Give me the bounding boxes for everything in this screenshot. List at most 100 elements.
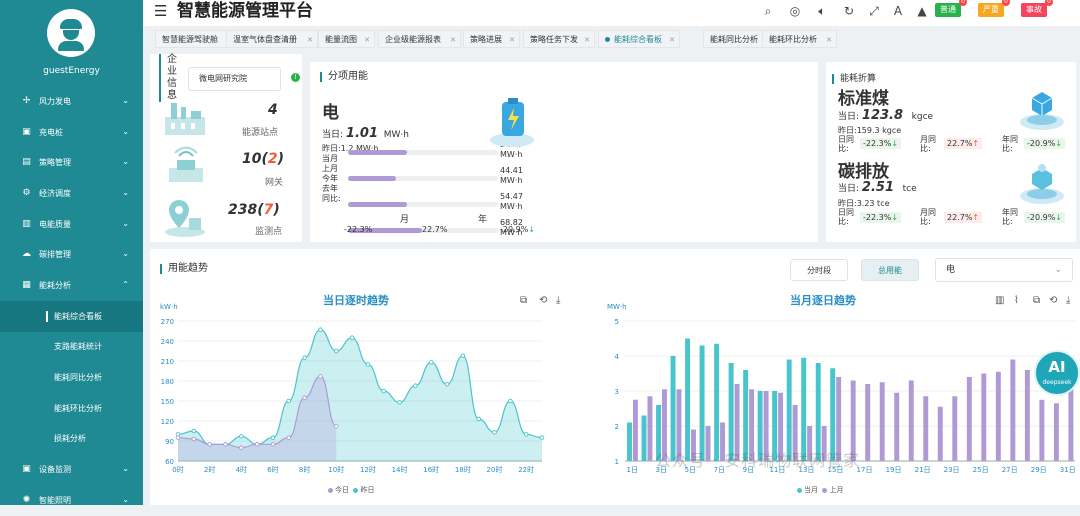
trend-title: 用能趋势: [160, 264, 208, 274]
bar: [1068, 382, 1074, 461]
y-tick-label: 5: [615, 318, 619, 326]
energy-bar-fill: [348, 202, 408, 207]
sidebar-item-lighting[interactable]: ✺ 智能照明 ⌄: [0, 485, 143, 516]
bar: [670, 356, 676, 461]
x-tick-label: 18时: [455, 465, 471, 474]
close-icon: ✕: [364, 36, 370, 44]
close-icon: ✕: [584, 36, 590, 44]
bar: [641, 415, 647, 461]
period-button[interactable]: 分时段: [790, 259, 848, 281]
data-point: [239, 434, 244, 439]
chevron-down-icon: ⌄: [122, 218, 129, 228]
sidebar-item-strategy[interactable]: ▤ 策略管理 ⌄: [0, 147, 143, 178]
data-point: [302, 395, 307, 400]
bar: [923, 396, 929, 461]
y-tick-label: 60: [165, 458, 174, 466]
row-labels: 昨日:1.2 MW·h 当月 上月 今年 去年 同比:: [322, 144, 379, 203]
conversion-card: 能耗折算 标准煤 当日: 123.8 kgce 昨日:159.3 kgce 日同…: [826, 62, 1076, 242]
data-point: [476, 416, 481, 422]
x-tick-label: 14时: [392, 465, 408, 474]
sidebar-item-quality[interactable]: ▥ 电能质量 ⌄: [0, 209, 143, 240]
chevron-down-icon: ⌄: [122, 157, 129, 167]
bar: [865, 384, 871, 461]
y-tick-label: 240: [161, 338, 174, 346]
tab-energy-flow[interactable]: 能量流图 ✕: [318, 30, 375, 48]
skin-icon[interactable]: ▲: [915, 4, 929, 18]
x-tick-label: 8时: [299, 465, 310, 474]
tab-ghg[interactable]: 温室气体盘查清册 ✕: [226, 30, 318, 48]
bar: [981, 373, 987, 461]
data-point: [539, 435, 545, 440]
daily-legend: 当月 上月: [797, 485, 843, 495]
monitor-point-label: 监测点: [255, 227, 283, 237]
ai-assistant-button[interactable]: AI deepseek: [1034, 350, 1080, 396]
sidebar-item-analysis[interactable]: ▦ 能耗分析 ⌃: [0, 270, 143, 301]
sidebar-item-charger[interactable]: ▣ 充电桩 ⌄: [0, 117, 143, 148]
x-tick-label: 6时: [267, 465, 278, 474]
info-icon[interactable]: !: [291, 73, 300, 82]
tab-report[interactable]: 企业级能源报表 ✕: [378, 30, 461, 48]
coal-name: 标准煤: [838, 89, 889, 109]
help-icon[interactable]: ◎: [788, 4, 802, 18]
x-tick-label: 2时: [204, 465, 215, 474]
font-size-icon[interactable]: A: [891, 4, 905, 18]
data-point: [349, 335, 355, 340]
sidebar-sub-loss[interactable]: 损耗分析: [0, 424, 143, 455]
data-point: [318, 327, 323, 332]
y-tick-label: 150: [161, 398, 174, 406]
x-tick-label: 16时: [423, 465, 439, 474]
sidebar-sub-branch[interactable]: 支路能耗统计: [0, 332, 143, 363]
total-energy-button[interactable]: 总用能: [861, 259, 919, 281]
sidebar-item-carbon[interactable]: ☁ 碳排管理 ⌄: [0, 239, 143, 270]
chevron-down-icon: ⌄: [122, 96, 129, 105]
fullscreen-icon[interactable]: ⤢: [867, 4, 881, 19]
energy-type-select[interactable]: 电 ⌄: [935, 258, 1073, 282]
sidebar-item-dispatch[interactable]: ⚙ 经济调度 ⌄: [0, 178, 143, 209]
refresh-icon[interactable]: ↻: [842, 4, 856, 18]
alarm-serious-badge[interactable]: 严重 0: [978, 0, 1010, 17]
x-tick-label: 29日: [1031, 466, 1047, 474]
energy-bar-fill: [348, 150, 408, 155]
gateway-label: 网关: [265, 178, 284, 188]
enterprise-title: 企业信息: [159, 54, 177, 102]
sidebar-item-monitor[interactable]: ▣ 设备监测 ⌄: [0, 454, 143, 485]
today-row: 当日: 1.01 MW·h: [322, 126, 409, 141]
sound-icon[interactable]: 🔈︎: [815, 4, 829, 19]
bar: [879, 382, 885, 461]
sidebar-sub-mom[interactable]: 能耗环比分析: [0, 393, 143, 424]
tab-progress[interactable]: 策略进展 ✕: [463, 30, 520, 48]
x-tick-label: 19日: [886, 466, 902, 474]
y-tick-label: 120: [161, 418, 174, 426]
x-tick-label: 10时: [328, 465, 344, 474]
monitor-icon: ▣: [22, 464, 31, 475]
x-tick-label: 4时: [236, 465, 247, 474]
alarm-accident-badge[interactable]: 事故 0: [1021, 0, 1053, 17]
search-icon[interactable]: ⌕: [761, 4, 775, 19]
tab-mom[interactable]: 能耗环比分析 ✕: [762, 30, 837, 48]
menu-toggle-icon[interactable]: ☰: [154, 2, 167, 20]
location-icon: [165, 200, 205, 237]
coal-daily: -22.3%↓: [860, 138, 902, 149]
battery-icon: [490, 98, 534, 147]
sidebar-item-wind[interactable]: ✢ 风力发电 ⌄: [0, 86, 143, 117]
tab-dashboard[interactable]: 能耗综合看板 ✕: [598, 30, 680, 48]
bar: [786, 359, 792, 461]
sidebar-sub-dashboard[interactable]: 能耗综合看板: [0, 300, 143, 332]
bar: [801, 357, 807, 461]
enterprise-name-field[interactable]: 微电网研究院: [188, 67, 281, 91]
sidebar-sub-yoy[interactable]: 能耗同比分析: [0, 362, 143, 393]
bar: [995, 371, 1001, 461]
bar: [1053, 403, 1059, 461]
monitor-point-count: 238(7): [228, 202, 280, 218]
bar: [937, 406, 943, 461]
alarm-normal-badge[interactable]: 普通 0: [935, 0, 967, 17]
x-tick-label: 22时: [518, 465, 534, 474]
sidebar-nav: ✢ 风力发电 ⌄ ▣ 充电桩 ⌄ ▤ 策略管理 ⌄ ⚙ 经济调度 ⌄ ▥ 电能质量 ⌄ ☁ 碳排管理 ⌄…: [0, 86, 143, 516]
chevron-down-icon: ⌄: [122, 494, 129, 504]
data-point: [523, 432, 529, 437]
y-tick-label: 4: [615, 353, 620, 361]
data-point: [207, 442, 212, 447]
avatar[interactable]: [47, 9, 95, 57]
chevron-up-icon: ⌃: [122, 280, 129, 290]
tab-dispatch[interactable]: 策略任务下发 ✕: [523, 30, 595, 48]
